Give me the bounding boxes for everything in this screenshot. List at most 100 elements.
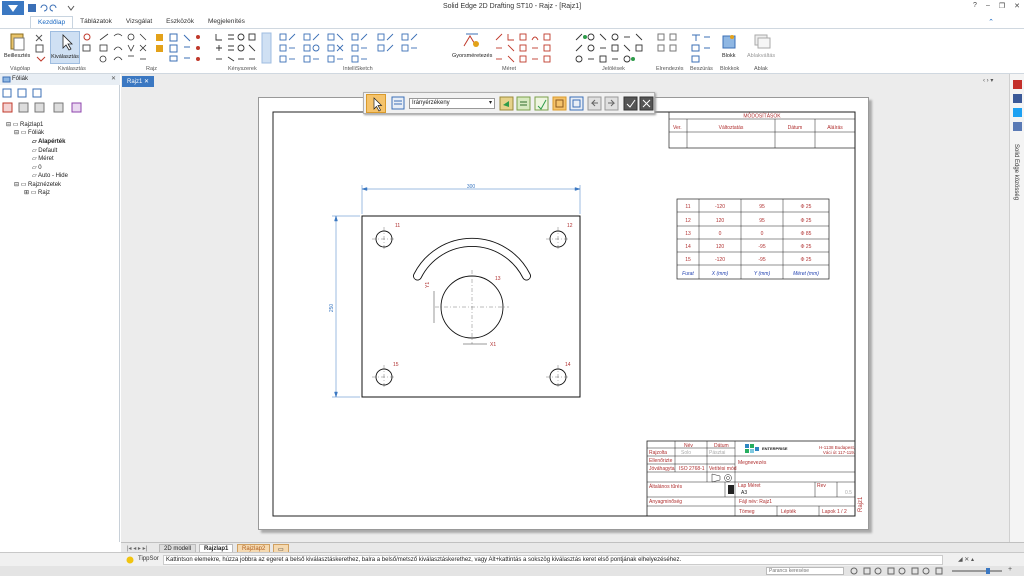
group-select-label: Kiválasztás bbox=[58, 66, 86, 72]
hole-table-cell: Φ 25 bbox=[801, 257, 812, 263]
hole-label-14: 14 bbox=[565, 362, 571, 368]
restore-button[interactable]: ❐ bbox=[999, 2, 1005, 10]
hole-table-cell: -95 bbox=[758, 244, 765, 250]
smart-dimension-icon[interactable] bbox=[462, 32, 482, 50]
tab-tools[interactable]: Eszközök bbox=[159, 16, 201, 28]
arrange-insert-tools[interactable] bbox=[656, 32, 716, 64]
status-controls[interactable]: ◢ ✕ ▴ bbox=[958, 556, 974, 563]
layers-pane-title: Fóliák bbox=[12, 76, 29, 82]
block-icon[interactable] bbox=[720, 32, 738, 50]
hole-table-cell: Φ 25 bbox=[801, 218, 812, 224]
axis-y-label: Y1 bbox=[425, 282, 431, 288]
ribbon-collapse-icon[interactable]: ⌃ bbox=[988, 18, 994, 26]
tree-layers[interactable]: ⊟ ▭ Fóliák bbox=[14, 129, 44, 136]
title-block[interactable]: ENTERPRISE H-1138 Budapest, Váci út 117-… bbox=[646, 440, 864, 517]
help-button[interactable]: ? bbox=[973, 2, 977, 10]
constraint-tools[interactable] bbox=[214, 32, 274, 64]
right-sidebar: Solid Edge közösség bbox=[1009, 74, 1024, 542]
tree-layer-0[interactable]: ▱ 0 bbox=[32, 164, 42, 171]
tb-drawn: Rajzolta bbox=[649, 450, 667, 456]
dimension-height[interactable] bbox=[332, 215, 360, 398]
select-tool-button[interactable]: Kiválasztás bbox=[50, 31, 80, 64]
tree-drawing[interactable]: ⊞ ▭ Rajz bbox=[24, 189, 50, 196]
tab-inspect[interactable]: Vizsgálat bbox=[119, 16, 159, 28]
dimension-tools[interactable] bbox=[494, 32, 554, 64]
hole-table-cell: 15 bbox=[685, 257, 691, 263]
pane-close-button[interactable]: ✕ bbox=[111, 75, 116, 82]
smart-dimension-button[interactable]: Gyorsméretezés bbox=[452, 53, 492, 59]
annotation-tools[interactable] bbox=[574, 32, 646, 64]
close-button[interactable]: ✕ bbox=[1014, 2, 1020, 10]
pane-toolbar-top[interactable] bbox=[2, 88, 62, 98]
tb-title-label: Megnevezés bbox=[738, 460, 767, 466]
zoom-slider-thumb[interactable] bbox=[986, 568, 990, 574]
group-dimension-label: Méret bbox=[502, 66, 517, 72]
select-mode-button[interactable] bbox=[366, 94, 386, 113]
revision-table: MÓDOSÍTÁSOK Ver. Változtatás Dátum Aláír… bbox=[668, 111, 856, 149]
community-panel-tab[interactable]: Solid Edge közösség bbox=[1013, 144, 1019, 200]
group-constraints-label: Kényszerek bbox=[228, 66, 257, 72]
hole-table-cell: -120 bbox=[715, 204, 725, 210]
command-bar-tools[interactable] bbox=[499, 96, 654, 111]
hole-label-13: 13 bbox=[495, 276, 501, 282]
doc-nav-arrows[interactable]: ‹ › ▾ bbox=[983, 77, 993, 84]
switch-window-button[interactable]: Ablakváltás bbox=[747, 53, 775, 59]
tb-approved: Jóváhagyta bbox=[649, 466, 675, 472]
window-controls: ? – ❐ ✕ bbox=[973, 2, 1020, 10]
tree-layer-default-value[interactable]: ▱ Alapérték bbox=[32, 138, 65, 145]
paste-icon[interactable] bbox=[8, 32, 28, 52]
company-name: ENTERPRISE bbox=[762, 446, 788, 451]
draw-tools[interactable] bbox=[98, 32, 206, 64]
hole-table[interactable]: 11 -120 95 Φ 25 12 120 95 Φ 25 13 0 0 Φ 85 14 120 -95 Φ… bbox=[676, 198, 830, 280]
hole-table-header-y: Y (mm) bbox=[754, 271, 771, 277]
zoom-slider[interactable] bbox=[952, 570, 1002, 572]
document-tab[interactable]: Rajz1 ✕ bbox=[122, 76, 155, 87]
hole-label-11: 11 bbox=[395, 223, 400, 229]
paste-button[interactable]: Beillesztés bbox=[4, 53, 30, 59]
view-tools[interactable] bbox=[850, 567, 950, 575]
tip-icon bbox=[126, 556, 134, 564]
select-options-icons[interactable] bbox=[82, 33, 92, 63]
hole-table-cell: Φ 25 bbox=[801, 204, 812, 210]
tb-tolerance: ISO 2768-1 bbox=[679, 466, 705, 472]
block-button[interactable]: Blokk bbox=[722, 53, 735, 59]
hole-table-header-x: X (mm) bbox=[711, 271, 729, 277]
tb-drawn-date: Pásztai bbox=[709, 450, 725, 456]
hole-table-cell: 95 bbox=[759, 218, 765, 224]
command-search-input[interactable] bbox=[766, 567, 844, 575]
tree-layer-dimension[interactable]: ▱ Méret bbox=[32, 155, 54, 162]
hole-table-cell: -95 bbox=[758, 257, 765, 263]
drawing-sheet[interactable]: MÓDOSÍTÁSOK Ver. Változtatás Dátum Aláír… bbox=[258, 97, 869, 530]
layers-icon bbox=[2, 76, 11, 83]
zoom-in-button[interactable]: + bbox=[1008, 566, 1012, 573]
tb-rev-value: 0.5 bbox=[845, 490, 852, 496]
tab-tables[interactable]: Táblázatok bbox=[73, 16, 119, 28]
title-bar: Solid Edge 2D Drafting ST10 - Rajz - [Ra… bbox=[0, 0, 1024, 16]
tree-layer-default[interactable]: ▱ Default bbox=[32, 147, 57, 154]
switch-window-icon[interactable] bbox=[752, 32, 772, 50]
group-draw-label: Rajz bbox=[146, 66, 158, 72]
tree-layer-auto-hide[interactable]: ▱ Auto - Hide bbox=[32, 172, 68, 179]
status-prompt: Kattintson elemekre, húzza jobbra az ege… bbox=[163, 555, 943, 565]
part-view[interactable]: 11 12 13 14 15 X1 Y1 bbox=[361, 215, 581, 398]
tb-col-name: Név bbox=[684, 443, 693, 449]
select-arrow-icon bbox=[62, 34, 73, 51]
hole-table-cell: 14 bbox=[685, 244, 691, 250]
tree-drawing-views[interactable]: ⊟ ▭ Rajznézetek bbox=[14, 181, 61, 188]
hole-table-cell: 13 bbox=[685, 231, 691, 237]
tree-sheet1[interactable]: ⊟ ▭ Rajzlap1 bbox=[6, 121, 43, 128]
selection-mode-select[interactable]: Irányérzékeny ▾ bbox=[409, 98, 495, 109]
clipboard-small-icons[interactable] bbox=[34, 33, 48, 63]
tab-view[interactable]: Megjelenítés bbox=[201, 16, 252, 28]
sheet-tabs-bar: |◂ ◂ ▸ ▸| 2D modell Rajzlap1 Rajzlap2 ▭ bbox=[121, 542, 1024, 553]
minimize-button[interactable]: – bbox=[986, 2, 990, 10]
tab-home[interactable]: Kezdőlap bbox=[30, 16, 74, 28]
pane-toolbar-bottom[interactable] bbox=[2, 102, 92, 114]
revision-col-change: Változtatás bbox=[719, 125, 744, 131]
select-options-icon[interactable] bbox=[391, 96, 405, 110]
hole-table-cell: 11 bbox=[685, 204, 690, 210]
tb-size-label: Lap Méret bbox=[738, 483, 761, 489]
social-icons[interactable] bbox=[1013, 80, 1023, 134]
intellisketch-tools[interactable] bbox=[278, 32, 428, 64]
group-blocks-label: Blokkok bbox=[720, 66, 740, 72]
